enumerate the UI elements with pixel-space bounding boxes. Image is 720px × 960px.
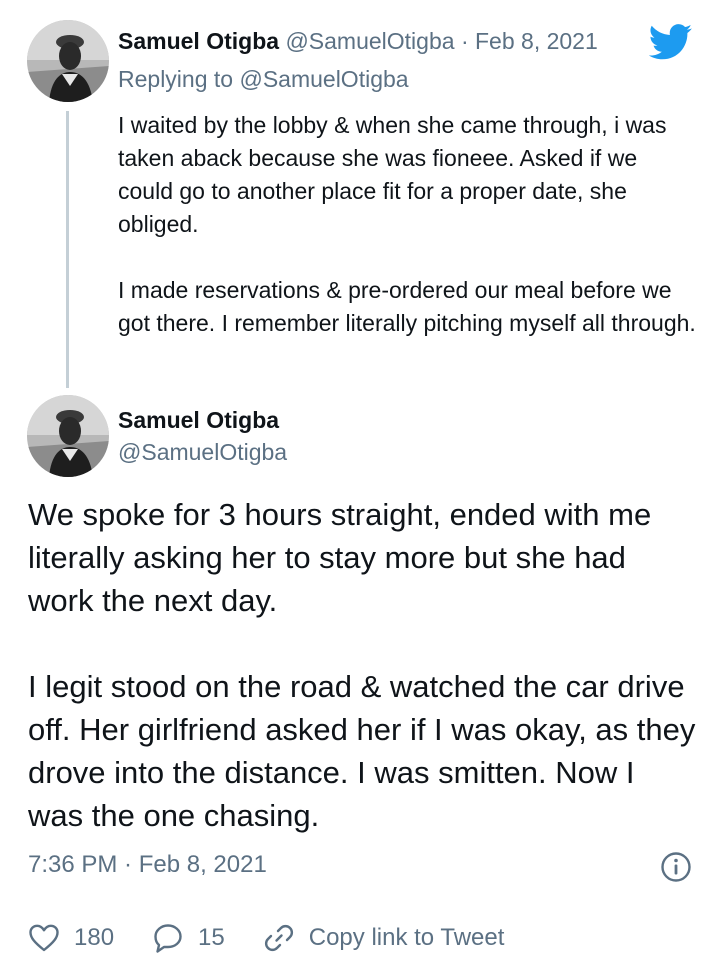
parent-tweet-text: I waited by the lobby & when she came th… <box>118 109 698 340</box>
tweet-timestamp[interactable]: 7:36 PM · Feb 8, 2021 <box>28 850 267 880</box>
main-tweet-text: We spoke for 3 hours straight, ended wit… <box>28 493 698 837</box>
parent-tweet-paragraph: I waited by the lobby & when she came th… <box>118 112 667 237</box>
replying-to: Replying to @SamuelOtigba <box>118 64 409 94</box>
replying-prefix: Replying to <box>118 66 234 92</box>
main-tweet-paragraph: I legit stood on the road & watched the … <box>28 669 696 833</box>
info-icon[interactable] <box>660 851 692 883</box>
tweet-date[interactable]: Feb 8, 2021 <box>475 28 598 54</box>
reply-count: 15 <box>198 924 225 951</box>
avatar-photo <box>27 395 109 477</box>
avatar[interactable] <box>27 20 109 102</box>
reply-button[interactable]: 15 <box>152 922 225 954</box>
tweet-actions-bar: 180 15 Copy link to Tweet <box>28 920 504 956</box>
author-name[interactable]: Samuel Otigba <box>118 405 279 435</box>
replying-handle[interactable]: @SamuelOtigba <box>239 66 408 92</box>
like-count: 180 <box>74 924 115 951</box>
avatar-photo <box>27 20 109 102</box>
like-button[interactable]: 180 <box>28 923 114 953</box>
main-tweet-paragraph: We spoke for 3 hours straight, ended wit… <box>28 497 652 618</box>
copy-link-button[interactable]: Copy link to Tweet <box>263 922 505 954</box>
author-handle[interactable]: @SamuelOtigba <box>285 28 454 54</box>
reply-bubble-icon <box>154 924 182 953</box>
avatar[interactable] <box>27 395 109 477</box>
parent-tweet-paragraph: I made reservations & pre-ordered our me… <box>118 277 696 336</box>
thread-connector-line <box>66 111 69 388</box>
parent-tweet-header: Samuel Otigba @SamuelOtigba · Feb 8, 202… <box>118 26 598 56</box>
twitter-bird-icon[interactable] <box>649 24 693 60</box>
heart-icon <box>29 924 59 952</box>
author-handle[interactable]: @SamuelOtigba <box>118 437 287 467</box>
link-icon <box>264 924 293 952</box>
author-name[interactable]: Samuel Otigba <box>118 28 279 54</box>
separator: · <box>460 28 469 54</box>
copy-link-label: Copy link to Tweet <box>308 924 505 951</box>
